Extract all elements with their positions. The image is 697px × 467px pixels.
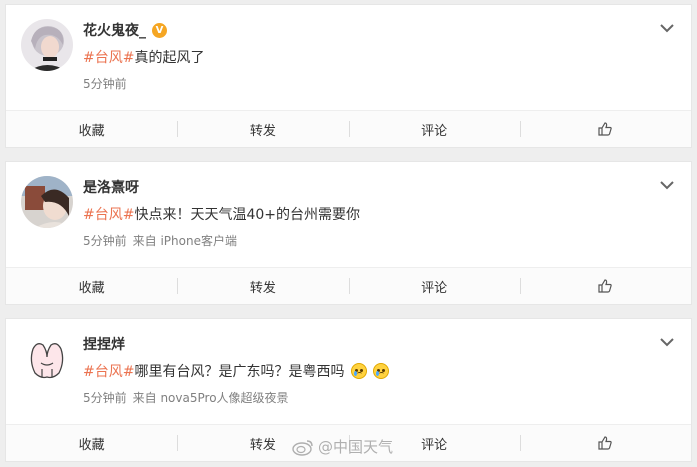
post-meta: 5分钟前 <box>83 75 127 92</box>
post-content: #台风#真的起风了 <box>83 47 204 67</box>
post-source[interactable]: 来自 iPhone客户端 <box>133 234 237 248</box>
username-text[interactable]: 捏捏烊 <box>83 334 125 354</box>
username-text[interactable]: 花火鬼夜_ <box>83 20 146 40</box>
post-card: 花火鬼夜_ V #台风#真的起风了 5分钟前 收藏 转发 评论 <box>5 4 692 148</box>
post-time[interactable]: 5分钟前 <box>83 234 127 248</box>
post-text: 真的起风了 <box>134 50 205 66</box>
post-meta: 5分钟前 来自 iPhone客户端 <box>83 232 237 249</box>
scared-emoji-icon <box>373 363 390 379</box>
collect-button[interactable]: 收藏 <box>6 425 177 461</box>
post-content: #台风#哪里有台风？是广东吗？是粤西吗 <box>83 361 390 381</box>
comment-button[interactable]: 评论 <box>348 111 520 147</box>
collect-button[interactable]: 收藏 <box>6 111 177 147</box>
like-button[interactable] <box>519 111 691 147</box>
repost-button[interactable]: 转发 <box>177 111 348 147</box>
username[interactable]: 捏捏烊 <box>83 334 125 354</box>
collect-button[interactable]: 收藏 <box>6 268 177 304</box>
post-source[interactable]: 来自 nova5Pro人像超级夜景 <box>133 391 289 405</box>
chevron-down-icon[interactable] <box>659 337 675 347</box>
thumbs-up-icon <box>598 122 613 136</box>
post-text: 快点来！天天气温40+的台州需要你 <box>134 207 361 223</box>
repost-button[interactable]: 转发 <box>177 268 348 304</box>
repost-button[interactable]: 转发 <box>177 425 348 461</box>
comment-button[interactable]: 评论 <box>348 425 520 461</box>
thumbs-up-icon <box>598 436 613 450</box>
action-bar: 收藏 转发 评论 <box>6 424 691 461</box>
username[interactable]: 是洛熹呀 <box>83 177 139 197</box>
action-bar: 收藏 转发 评论 <box>6 267 691 304</box>
post-card: 捏捏烊 #台风#哪里有台风？是广东吗？是粤西吗 5分钟前 来自 nova5Pro人… <box>5 318 692 462</box>
username[interactable]: 花火鬼夜_ V <box>83 20 167 40</box>
username-text[interactable]: 是洛熹呀 <box>83 177 139 197</box>
post-card: 是洛熹呀 #台风#快点来！天天气温40+的台州需要你 5分钟前 来自 iPhone… <box>5 161 692 305</box>
avatar[interactable] <box>21 333 73 385</box>
like-button[interactable] <box>519 268 691 304</box>
post-text: 哪里有台风？是广东吗？是粤西吗 <box>134 364 345 380</box>
chevron-down-icon[interactable] <box>659 180 675 190</box>
hashtag-link[interactable]: #台风# <box>83 50 134 66</box>
crying-emoji-icon <box>350 363 367 379</box>
post-content: #台风#快点来！天天气温40+的台州需要你 <box>83 204 360 224</box>
comment-button[interactable]: 评论 <box>348 268 520 304</box>
post-time[interactable]: 5分钟前 <box>83 391 127 405</box>
hashtag-link[interactable]: #台风# <box>83 364 134 380</box>
avatar[interactable] <box>21 176 73 228</box>
verified-badge-icon: V <box>152 22 167 38</box>
chevron-down-icon[interactable] <box>659 23 675 33</box>
thumbs-up-icon <box>598 279 613 293</box>
like-button[interactable] <box>519 425 691 461</box>
hashtag-link[interactable]: #台风# <box>83 207 134 223</box>
post-time[interactable]: 5分钟前 <box>83 77 127 91</box>
avatar[interactable] <box>21 19 73 71</box>
post-meta: 5分钟前 来自 nova5Pro人像超级夜景 <box>83 389 289 406</box>
action-bar: 收藏 转发 评论 <box>6 110 691 147</box>
